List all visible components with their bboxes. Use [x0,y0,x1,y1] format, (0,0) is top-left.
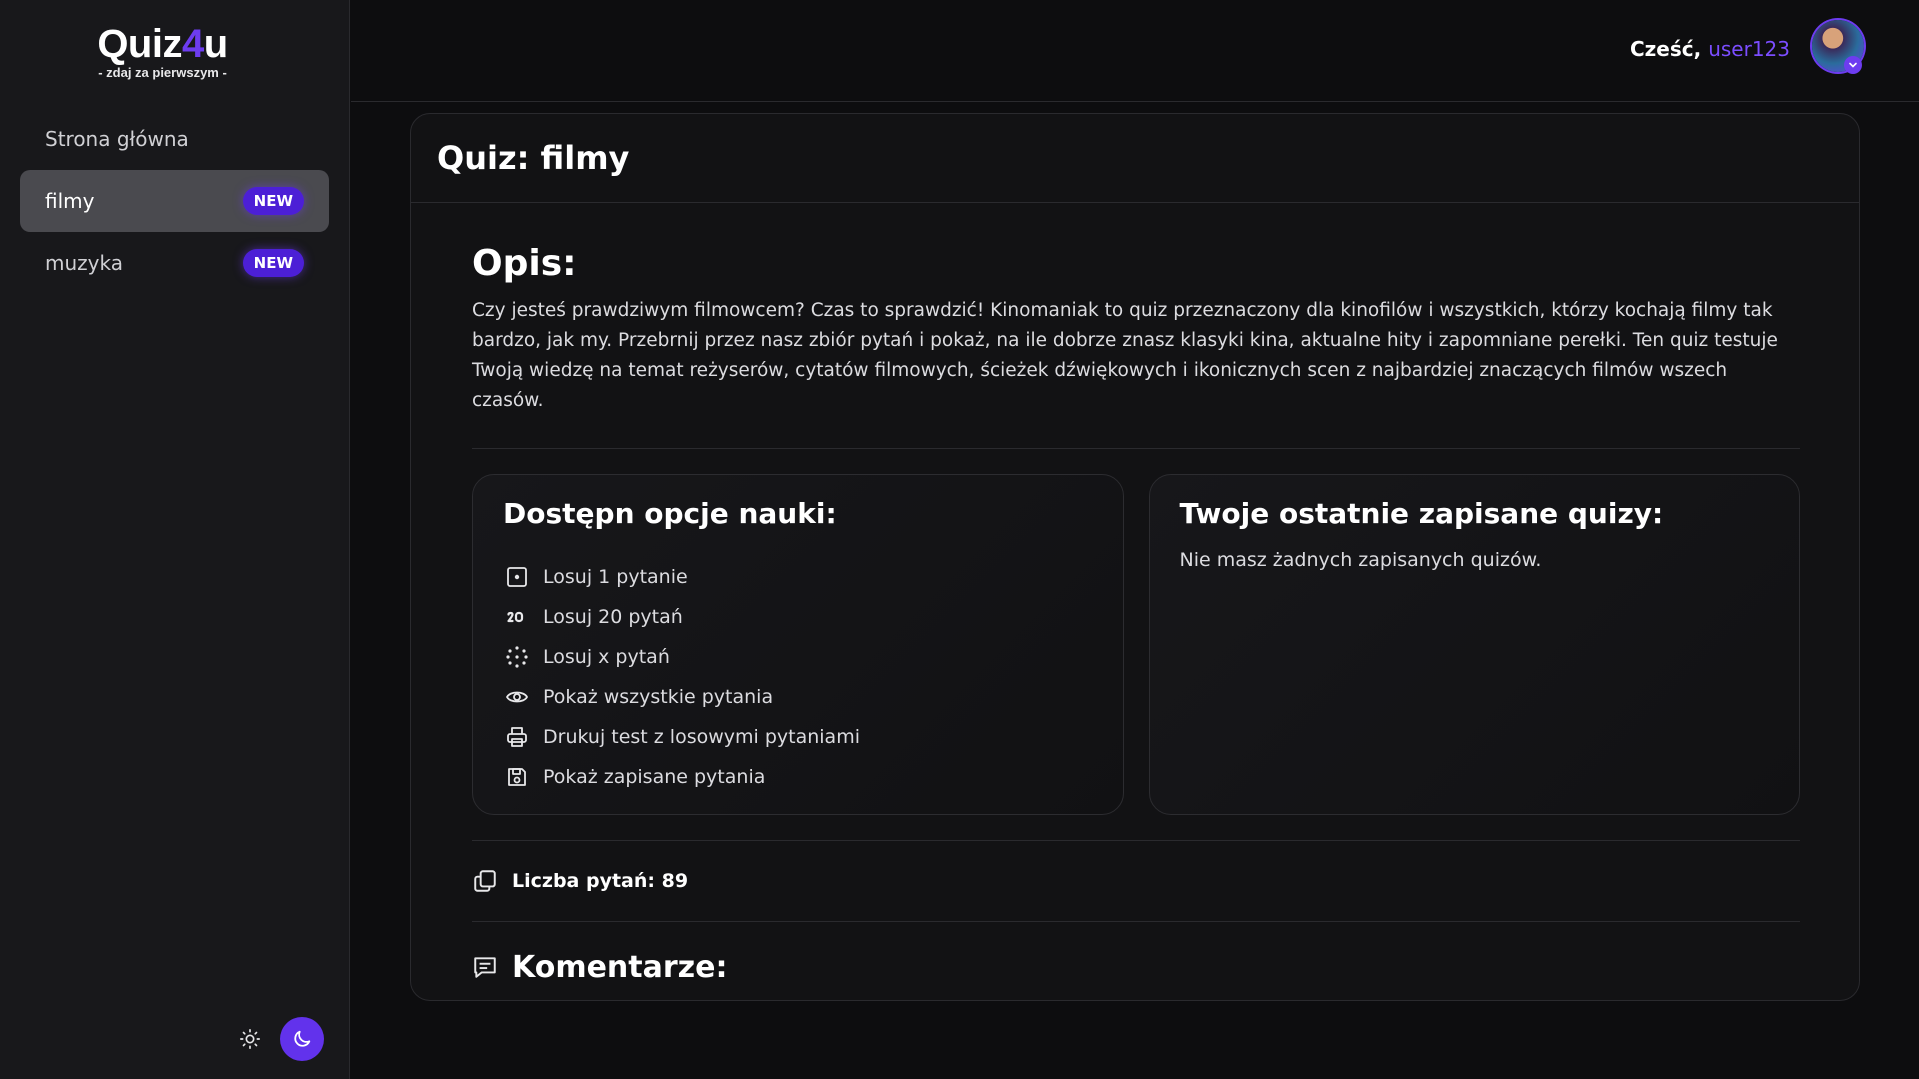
sidebar-item-label: Strona główna [45,127,189,151]
comments-header: Komentarze: [472,922,1800,1012]
greeting: Cześć, user123 [1629,37,1790,61]
quiz-card: Quiz: filmy Opis: Czy jesteś prawdziwym … [410,113,1860,1001]
question-count-label: Liczba pytań: 89 [512,870,689,892]
chevron-down-icon [1844,56,1862,74]
moon-icon [294,1030,311,1047]
quiz-content: Opis: Czy jesteś prawdziwym filmowcem? C… [472,244,1800,1012]
description-title: Opis: [472,243,577,284]
option-random-twenty[interactable]: Losuj 20 pytań [503,597,1093,637]
copy-icon [472,867,500,895]
username-link[interactable]: user123 [1708,37,1790,61]
theme-toggle [235,1017,324,1061]
option-label: Losuj x pytań [543,646,670,668]
logo-title: Quiz4u [97,22,228,66]
option-show-all[interactable]: Pokaż wszystkie pytania [503,677,1093,717]
dots-scatter-icon [503,643,531,671]
top-header: Cześć, user123 [351,0,1919,102]
option-print-test[interactable]: Drukuj test z losowymi pytaniami [503,717,1093,757]
comments-title: Komentarze: [512,949,728,985]
light-mode-button[interactable] [235,1024,265,1054]
option-label: Pokaż zapisane pytania [543,766,766,788]
learning-options-panel: Dostępn opcje nauki: Losuj 1 pytanie Los… [472,474,1124,815]
eye-icon [503,683,531,711]
sidebar-item-muzyka[interactable]: muzyka NEW [20,232,329,294]
option-label: Losuj 20 pytań [543,606,683,628]
logo-tagline: - zdaj za pierwszym - [98,65,227,80]
sidebar-nav: Strona główna filmy NEW muzyka NEW [20,108,329,294]
option-random-x[interactable]: Losuj x pytań [503,637,1093,677]
sidebar: Quiz4u - zdaj za pierwszym - Strona głów… [0,0,350,1079]
printer-icon [503,723,531,751]
sidebar-item-label: muzyka [45,251,123,275]
sun-icon [240,1029,260,1049]
sidebar-item-filmy[interactable]: filmy NEW [20,170,329,232]
panels: Dostępn opcje nauki: Losuj 1 pytanie Los… [472,474,1800,815]
option-label: Losuj 1 pytanie [543,566,688,588]
divider [472,448,1800,449]
saved-quizzes-title: Twoje ostatnie zapisane quizy: [1179,497,1664,530]
option-label: Pokaż wszystkie pytania [543,686,774,708]
page-title: Quiz: filmy [411,114,1859,203]
dark-mode-button[interactable] [280,1017,324,1061]
saved-quizzes-panel: Twoje ostatnie zapisane quizy: Nie masz … [1148,474,1800,815]
question-count: Liczba pytań: 89 [472,841,1800,921]
new-badge: NEW [242,187,304,215]
sidebar-item-label: filmy [45,189,95,213]
comment-icon [472,953,500,981]
number-20-icon [503,603,531,631]
description-text: Czy jesteś prawdziwym filmowcem? Czas to… [472,300,1778,411]
save-icon [503,763,531,791]
option-saved-questions[interactable]: Pokaż zapisane pytania [503,757,1093,797]
option-random-one[interactable]: Losuj 1 pytanie [503,557,1093,597]
avatar[interactable] [1812,20,1864,74]
dice-one-icon [503,563,531,591]
sidebar-item-home[interactable]: Strona główna [20,108,329,170]
saved-quizzes-empty: Nie masz żadnych zapisanych quizów. [1179,549,1542,571]
learning-options-list: Losuj 1 pytanie Losuj 20 pytań Losuj x p… [503,557,1093,797]
option-label: Drukuj test z losowymi pytaniami [543,726,860,748]
learning-options-title: Dostępn opcje nauki: [503,497,837,530]
new-badge: NEW [242,249,304,277]
logo[interactable]: Quiz4u - zdaj za pierwszym - [0,22,325,80]
